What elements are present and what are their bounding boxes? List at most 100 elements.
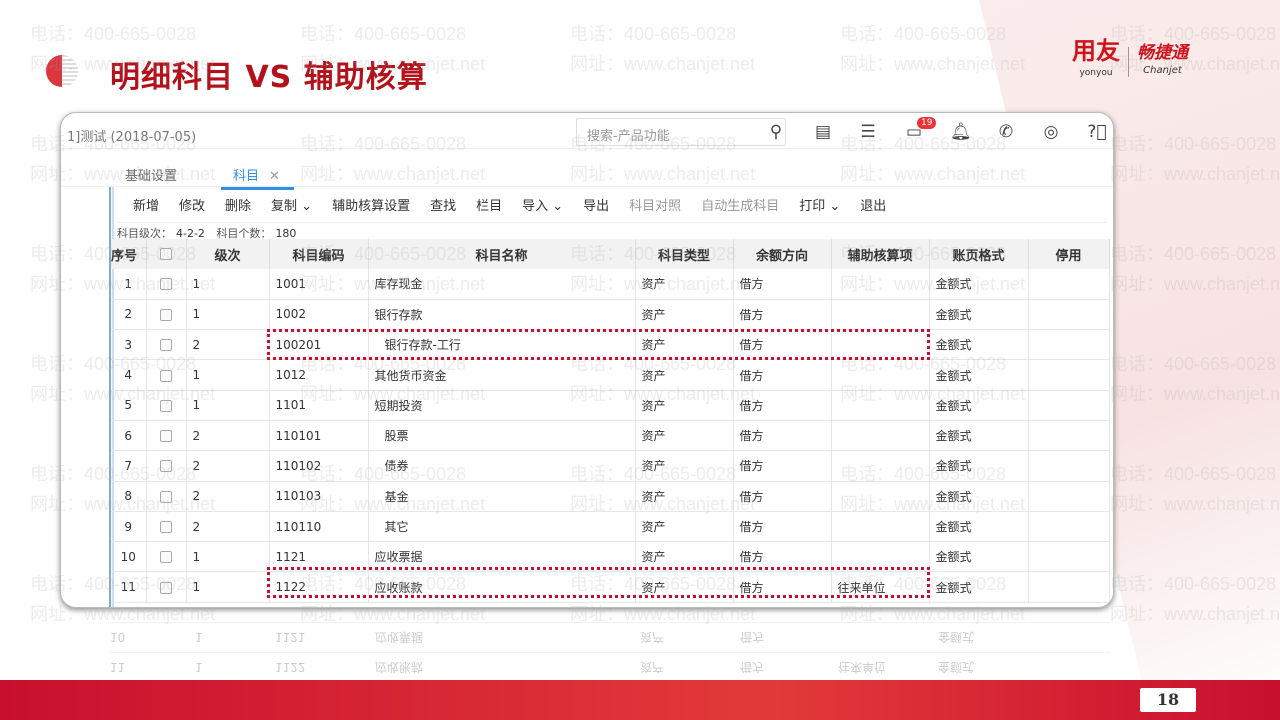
column-header-4: 科目名称 [368, 239, 636, 269]
row-checkbox[interactable] [146, 299, 187, 331]
row-index: 1 [111, 269, 147, 300]
ledger-format: 金额式 [929, 269, 1029, 300]
account-type: 资产 [635, 359, 734, 391]
watermark-phone: 电话：400-665-0028 [30, 24, 197, 44]
tab-basic-settings[interactable]: 基础设置 [125, 165, 177, 184]
disabled [1028, 390, 1110, 421]
task-list-icon[interactable]: ☰ [858, 122, 878, 142]
toolbar-button-5[interactable]: 查找 [430, 195, 456, 214]
row-index: 5 [111, 390, 147, 421]
checkbox[interactable] [160, 339, 172, 352]
table-row[interactable]: 6 2 110101 股票 资产 借方 金额式 [111, 420, 1110, 452]
search-input[interactable]: 搜索-产品功能 [576, 118, 786, 146]
column-header-1[interactable] [146, 239, 187, 269]
account-name: 短期投资 [368, 390, 636, 421]
disabled [1028, 571, 1110, 603]
ledger-format: 金额式 [929, 450, 1029, 482]
disabled [1028, 269, 1110, 300]
toolbar-button-9[interactable]: 科目对照 [629, 195, 681, 214]
title-bullet-icon [46, 55, 78, 87]
row-index: 2 [111, 299, 147, 331]
account-type: 资产 [635, 481, 734, 512]
disabled [1028, 541, 1110, 573]
watermark-phone: 电话：400-665-0028 [300, 24, 467, 44]
account-type: 资产 [635, 390, 734, 421]
row-checkbox[interactable] [146, 511, 187, 543]
toolbar-button-0[interactable]: 新增 [133, 195, 159, 214]
bell-icon[interactable]: 🔔︎ [950, 122, 972, 142]
reflected-cell: 借方 [740, 660, 765, 674]
toolbar-button-8[interactable]: 导出 [583, 195, 609, 214]
checkbox[interactable] [160, 581, 172, 594]
row-checkbox[interactable] [146, 359, 187, 391]
column-header-6: 余额方向 [733, 239, 832, 269]
help-icon[interactable]: ?⃝ [1087, 122, 1107, 142]
reflected-cell: 1 [195, 630, 203, 644]
auxiliary-item [831, 450, 930, 482]
ledger-format: 金额式 [929, 390, 1029, 421]
level: 2 [186, 450, 270, 482]
ledger-format: 金额式 [929, 511, 1029, 543]
chanjet-logo-en: Chanjet [1143, 65, 1182, 76]
column-header-7: 辅助核算项 [831, 239, 930, 269]
auxiliary-item [831, 511, 930, 543]
reflected-row: 10 1 1121 应收票据 资产 借方 金额式 [110, 622, 1110, 652]
reflected-cell: 借方 [740, 630, 765, 644]
toolbar-button-7[interactable]: 导入 ⌄ [522, 195, 563, 214]
disabled [1028, 450, 1110, 482]
select-all-checkbox[interactable] [160, 248, 172, 260]
level: 2 [186, 481, 270, 512]
close-icon[interactable]: ✕ [269, 169, 280, 184]
level: 2 [186, 420, 270, 452]
row-checkbox[interactable] [146, 450, 187, 482]
row-checkbox[interactable] [146, 390, 187, 421]
checkbox[interactable] [160, 460, 172, 473]
table-row[interactable]: 2 1 1002 银行存款 资产 借方 金额式 [111, 299, 1110, 331]
toolbar-button-4[interactable]: 辅助核算设置 [332, 195, 410, 214]
checkbox[interactable] [160, 278, 172, 291]
table-row[interactable]: 1 1 1001 库存现金 资产 借方 金额式 [111, 269, 1110, 300]
table-row[interactable]: 7 2 110102 债券 资产 借方 金额式 [111, 450, 1110, 482]
row-index: 10 [111, 541, 147, 573]
row-checkbox[interactable] [146, 571, 187, 603]
table-row[interactable]: 4 1 1012 其他货币资金 资产 借方 金额式 [111, 359, 1110, 391]
toolbar-button-10[interactable]: 自动生成科目 [701, 195, 779, 214]
balance-direction: 借方 [733, 269, 832, 300]
account-code: 1012 [269, 359, 369, 391]
checkbox[interactable] [160, 521, 172, 534]
level: 2 [186, 511, 270, 543]
checkbox[interactable] [160, 399, 172, 412]
row-checkbox[interactable] [146, 541, 187, 573]
checkbox[interactable] [160, 551, 172, 564]
column-header-5: 科目类型 [635, 239, 734, 269]
checkbox[interactable] [160, 490, 172, 503]
window-reflection: 11 1 1122 应收账款 资产 借方 往来单位 金额式 10 1 1121 应收票据 资产 借方 金额式 [110, 612, 1110, 682]
toolbar-button-3[interactable]: 复制 ⌄ [271, 195, 312, 214]
row-checkbox[interactable] [146, 329, 187, 361]
toolbar-button-11[interactable]: 打印 ⌄ [799, 195, 840, 214]
app-window-screenshot: 1]测试 (2018-07-05) 搜索-产品功能 ⚲ ▤ ☰ ▭ 19 🔔︎ … [60, 112, 1114, 608]
top-bar: 1]测试 (2018-07-05) 搜索-产品功能 ⚲ ▤ ☰ ▭ 19 🔔︎ … [61, 113, 1113, 149]
checkbox[interactable] [160, 308, 172, 321]
toolbar-button-1[interactable]: 修改 [179, 195, 205, 214]
account-type: 资产 [635, 269, 734, 300]
toolbar-button-12[interactable]: 退出 [860, 195, 886, 214]
account-code: 110101 [269, 420, 369, 452]
checkbox[interactable] [160, 430, 172, 443]
toolbar-button-2[interactable]: 删除 [225, 195, 251, 214]
yonyou-logo-en: yonyou [1079, 68, 1113, 78]
table-row[interactable]: 9 2 110110 其它 资产 借方 金额式 [111, 511, 1110, 543]
table-row[interactable]: 5 1 1101 短期投资 资产 借方 金额式 [111, 390, 1110, 421]
row-checkbox[interactable] [146, 420, 187, 452]
phone-icon[interactable]: ✆ [996, 122, 1016, 142]
search-icon[interactable]: ⚲ [766, 122, 786, 142]
toolbar-button-6[interactable]: 栏目 [476, 195, 502, 214]
service-icon[interactable]: ◎ [1041, 122, 1061, 142]
balance-direction: 借方 [733, 481, 832, 512]
calculator-icon[interactable]: ▤ [813, 122, 833, 142]
row-checkbox[interactable] [146, 481, 187, 512]
checkbox[interactable] [160, 369, 172, 382]
reflected-cell: 应收票据 [375, 630, 424, 644]
table-row[interactable]: 8 2 110103 基金 资产 借方 金额式 [111, 481, 1110, 512]
row-checkbox[interactable] [146, 269, 187, 300]
